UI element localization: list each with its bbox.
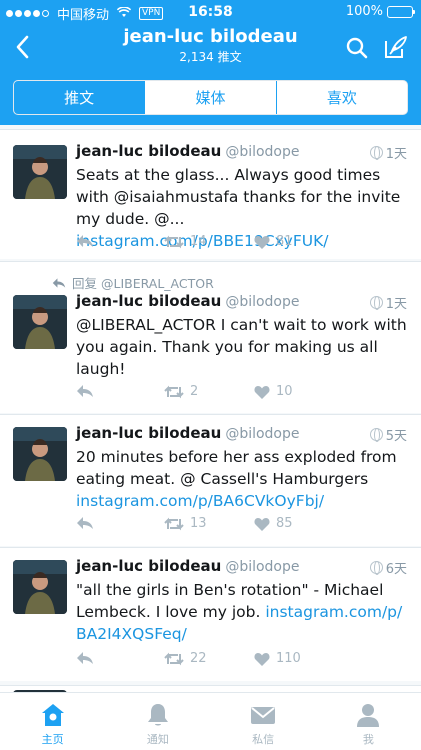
author-handle[interactable]: @bilodope — [225, 559, 299, 575]
tweet-text: 20 minutes before her ass exploded from … — [76, 446, 409, 512]
retweet-count: 13 — [190, 516, 207, 531]
like-button[interactable]: 85 — [254, 516, 293, 531]
reply-icon — [77, 385, 93, 397]
tab-messages[interactable]: 私信 — [211, 693, 316, 750]
author-handle[interactable]: @bilodope — [225, 144, 299, 160]
tab-me[interactable]: 我 — [316, 693, 421, 750]
retweet-icon — [164, 235, 184, 248]
tweet-time: 5天 — [385, 429, 407, 444]
like-button[interactable]: 110 — [254, 651, 301, 666]
reply-button[interactable] — [76, 651, 94, 665]
like-count: 85 — [276, 516, 293, 531]
like-count: 81 — [276, 234, 293, 249]
retweet-count: 14 — [190, 234, 207, 249]
tweet-link-cont[interactable]: BA2I4XQSFeq/ — [76, 625, 187, 643]
author-name[interactable]: jean-luc bilodeau — [76, 424, 221, 442]
reply-icon — [77, 235, 93, 247]
header-bar: 中国移动 VPN 16:58 100% jean-luc bilodeau 2,… — [0, 0, 421, 125]
reply-context-label: 回复 @LIBERAL_ACTOR — [72, 276, 214, 291]
avatar[interactable] — [13, 145, 67, 199]
retweet-count: 22 — [190, 651, 207, 666]
tweet-link[interactable]: instagram.com/p/ — [265, 603, 402, 621]
compose-icon — [385, 36, 407, 58]
battery-icon — [387, 5, 415, 18]
tab-media[interactable]: 媒体 — [145, 81, 277, 114]
tweet-partial[interactable] — [0, 685, 421, 692]
reply-icon — [77, 652, 93, 664]
tab-notifications[interactable]: 通知 — [105, 693, 210, 750]
timeline[interactable]: jean-luc bilodeau @bilodope 1天 Seats at t… — [0, 125, 421, 692]
reply-button[interactable] — [76, 516, 94, 530]
retweet-button[interactable]: 22 — [164, 651, 207, 666]
author-handle[interactable]: @bilodope — [225, 294, 299, 310]
compose-button[interactable] — [381, 32, 411, 62]
tweet[interactable]: jean-luc bilodeau @bilodope 6天 "all the g… — [0, 547, 421, 681]
tweet-link[interactable]: instagram.com/p/BA6CVkOyFbj/ — [76, 492, 324, 510]
retweet-icon — [164, 517, 184, 530]
globe-icon — [369, 561, 383, 575]
heart-icon — [254, 517, 270, 531]
search-button[interactable] — [343, 34, 371, 62]
retweet-icon — [164, 385, 184, 398]
status-bar: 中国移动 VPN 16:58 100% — [0, 0, 421, 24]
tweet-body: 20 minutes before her ass exploded from … — [76, 448, 397, 488]
like-button[interactable]: 81 — [254, 234, 293, 249]
tweet-time: 1天 — [385, 147, 407, 162]
tab-messages-label: 私信 — [252, 733, 275, 746]
avatar[interactable] — [13, 427, 67, 481]
author-name[interactable]: jean-luc bilodeau — [76, 292, 221, 310]
tab-notifications-label: 通知 — [146, 733, 169, 746]
tab-home[interactable]: 主页 — [0, 693, 105, 750]
bottom-tab-bar: 主页 通知 私信 我 — [0, 692, 421, 750]
retweet-count: 2 — [190, 384, 199, 399]
avatar[interactable] — [13, 295, 67, 349]
reply-button[interactable] — [76, 384, 94, 398]
author-name[interactable]: jean-luc bilodeau — [76, 557, 221, 575]
retweet-button[interactable]: 14 — [164, 234, 207, 249]
tweet-body: Seats at the glass... Always good times … — [76, 166, 401, 228]
heart-icon — [254, 235, 270, 249]
author-name[interactable]: jean-luc bilodeau — [76, 142, 221, 160]
author-handle[interactable]: @bilodope — [225, 426, 299, 442]
tweet[interactable]: 回复 @LIBERAL_ACTOR jean-luc bilodeau @bilo… — [0, 261, 421, 413]
bell-icon — [144, 701, 172, 729]
globe-icon — [369, 428, 383, 442]
tweet-text: @LIBERAL_ACTOR I can't wait to work with… — [76, 316, 407, 378]
retweet-button[interactable]: 13 — [164, 516, 207, 531]
battery-percent: 100% — [345, 4, 383, 19]
like-count: 110 — [276, 651, 301, 666]
tweet[interactable]: jean-luc bilodeau @bilodope 5天 20 minutes… — [0, 414, 421, 546]
globe-icon — [369, 296, 383, 310]
profile-tabs: 推文 媒体 喜欢 — [13, 80, 408, 115]
retweet-icon — [164, 652, 184, 665]
avatar[interactable] — [13, 560, 67, 614]
tweet[interactable]: jean-luc bilodeau @bilodope 1天 Seats at t… — [0, 129, 421, 259]
retweet-button[interactable]: 2 — [164, 384, 198, 399]
tab-me-label: 我 — [362, 733, 374, 746]
reply-context[interactable]: 回复 @LIBERAL_ACTOR — [52, 273, 214, 292]
heart-icon — [254, 652, 270, 666]
reply-button[interactable] — [76, 234, 94, 248]
home-icon — [39, 701, 67, 729]
tweet-time: 1天 — [385, 297, 407, 312]
reply-icon — [52, 277, 66, 288]
tab-likes[interactable]: 喜欢 — [277, 81, 407, 114]
like-button[interactable]: 10 — [254, 384, 293, 399]
heart-icon — [254, 385, 270, 399]
globe-icon — [369, 146, 383, 160]
tab-home-label: 主页 — [41, 733, 64, 746]
like-count: 10 — [276, 384, 293, 399]
person-icon — [354, 701, 382, 729]
tab-tweets[interactable]: 推文 — [14, 81, 146, 114]
envelope-icon — [249, 701, 277, 729]
reply-icon — [77, 517, 93, 529]
tweet-time: 6天 — [385, 562, 407, 577]
tweet-text: "all the girls in Ben's rotation" - Mich… — [76, 579, 409, 645]
search-icon — [346, 37, 368, 59]
